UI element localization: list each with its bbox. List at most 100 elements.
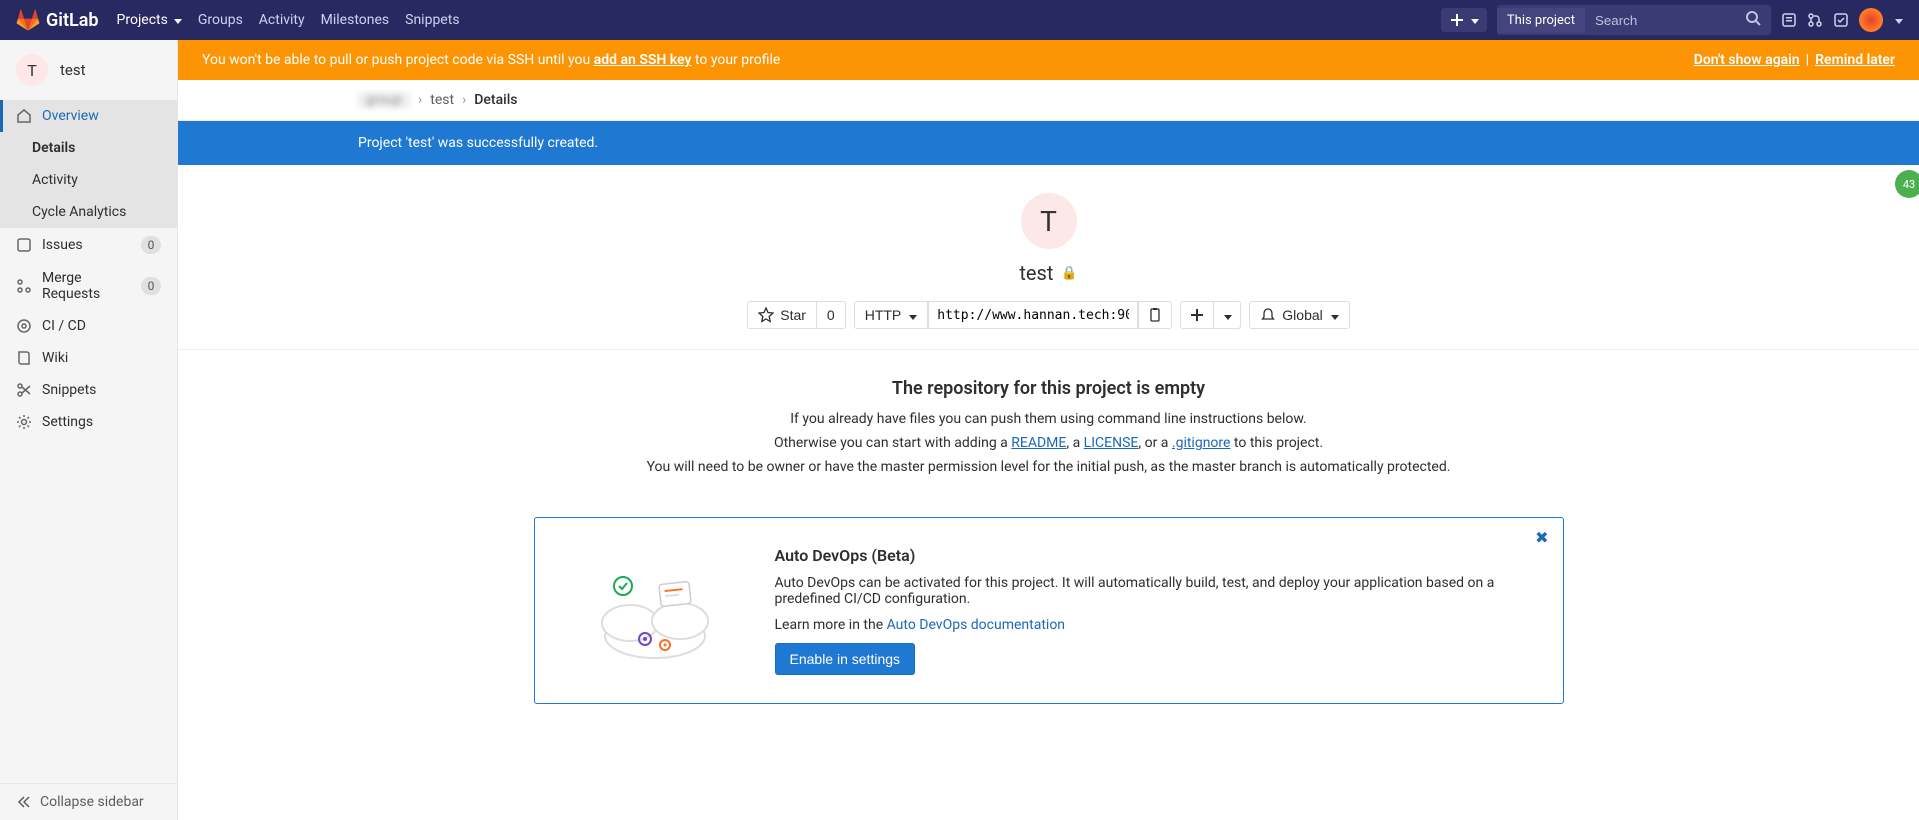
devops-title: Auto DevOps (Beta): [775, 546, 1523, 565]
lock-icon: 🔒: [1061, 266, 1077, 281]
add-license-link[interactable]: LICENSE: [1084, 435, 1139, 451]
star-count[interactable]: 0: [817, 301, 846, 329]
chevron-down-icon: [1469, 12, 1479, 28]
chevron-down-icon: [1222, 307, 1232, 323]
sidebar-item-merge-requests[interactable]: Merge Requests 0: [0, 262, 177, 310]
separator: |: [1806, 52, 1810, 68]
sidebar-sub-details[interactable]: Details: [0, 132, 177, 164]
sidebar-item-wiki[interactable]: Wiki: [0, 342, 177, 374]
empty-line1: If you already have files you can push t…: [218, 411, 1879, 427]
star-icon: [758, 307, 774, 323]
issues-icon: [1781, 12, 1797, 28]
mr-count-badge: 0: [141, 277, 161, 295]
sidebar-project-header[interactable]: T test: [0, 40, 177, 100]
nav-groups[interactable]: Groups: [198, 12, 243, 28]
tanuki-icon: [16, 8, 40, 32]
breadcrumb-current: Details: [474, 92, 517, 108]
search-input[interactable]: [1585, 8, 1735, 33]
sidebar-item-snippets[interactable]: Snippets: [0, 374, 177, 406]
sidebar-label: Wiki: [42, 350, 68, 366]
chevron-right-icon: ›: [462, 92, 466, 108]
enable-devops-button[interactable]: Enable in settings: [775, 643, 916, 675]
sidebar-label: Merge Requests: [42, 270, 131, 302]
issues-count-badge: 0: [141, 236, 161, 254]
chevron-down-icon: [907, 307, 917, 323]
add-readme-link[interactable]: README: [1011, 435, 1066, 451]
sidebar-item-overview[interactable]: Overview: [0, 100, 177, 132]
project-avatar: T: [16, 54, 48, 86]
bell-icon: [1260, 307, 1276, 323]
rocket-icon: [16, 318, 32, 334]
sidebar-label: Issues: [42, 237, 83, 253]
merge-icon: [1807, 12, 1823, 28]
auto-devops-card: ✖ Auto DevOps (Beta): [534, 517, 1564, 704]
remind-later-button[interactable]: Remind later: [1815, 52, 1895, 68]
empty-repo-section: The repository for this project is empty…: [178, 350, 1919, 501]
clipboard-icon: [1147, 307, 1163, 323]
sidebar-sub-cycle-analytics[interactable]: Cycle Analytics: [0, 196, 177, 228]
devops-body: Auto DevOps can be activated for this pr…: [775, 575, 1523, 607]
chevron-right-icon: ›: [418, 92, 422, 108]
todo-icon: [1833, 12, 1849, 28]
close-icon[interactable]: ✖: [1535, 528, 1548, 547]
user-menu[interactable]: [1859, 8, 1883, 32]
project-actions-row: Star 0 HTTP: [178, 301, 1919, 329]
merge-icon: [16, 278, 32, 294]
clone-url-input[interactable]: [928, 301, 1138, 329]
sidebar-sub-activity[interactable]: Activity: [0, 164, 177, 196]
nav-milestones[interactable]: Milestones: [321, 12, 390, 28]
sidebar-item-settings[interactable]: Settings: [0, 406, 177, 438]
search-scope[interactable]: This project: [1497, 8, 1585, 33]
project-sidebar: T test Overview Details Activity Cycle A…: [0, 40, 178, 820]
chevron-down-icon: [172, 12, 182, 28]
sidebar-label: Snippets: [42, 382, 96, 398]
top-navbar: GitLab Projects Groups Activity Mileston…: [0, 0, 1919, 40]
breadcrumb-group[interactable]: group: [358, 92, 410, 108]
project-name: test: [60, 61, 86, 79]
gitlab-logo[interactable]: GitLab: [16, 8, 99, 32]
add-dropdown-toggle[interactable]: [1214, 301, 1241, 329]
breadcrumb: group › test › Details: [178, 80, 1919, 121]
breadcrumb-project[interactable]: test: [430, 92, 454, 108]
chevron-down-icon: [1329, 307, 1339, 323]
copy-url-button[interactable]: [1138, 301, 1172, 329]
add-dropdown-button[interactable]: [1180, 301, 1214, 329]
chevron-double-left-icon: [16, 794, 32, 810]
nav-snippets[interactable]: Snippets: [405, 12, 459, 28]
issues-shortcut[interactable]: [1781, 12, 1797, 28]
sidebar-label: Settings: [42, 414, 93, 430]
sidebar-label: Overview: [42, 108, 99, 124]
merge-requests-shortcut[interactable]: [1807, 12, 1823, 28]
floating-badge[interactable]: 43: [1895, 170, 1919, 198]
nav-projects[interactable]: Projects: [117, 12, 182, 28]
sidebar-item-issues[interactable]: Issues 0: [0, 228, 177, 262]
notification-dropdown[interactable]: Global: [1249, 301, 1349, 329]
plus-icon: [1449, 12, 1465, 28]
devops-doc-link[interactable]: Auto DevOps documentation: [887, 617, 1065, 633]
new-dropdown[interactable]: [1441, 8, 1487, 32]
primary-nav: Projects Groups Activity Milestones Snip…: [117, 12, 460, 28]
search-container: This project: [1497, 5, 1771, 35]
search-icon: [1745, 10, 1761, 26]
gear-icon: [16, 414, 32, 430]
collapse-sidebar[interactable]: Collapse sidebar: [0, 783, 177, 820]
collapse-label: Collapse sidebar: [40, 794, 144, 810]
add-gitignore-link[interactable]: .gitignore: [1172, 435, 1231, 451]
chevron-down-icon: [1893, 12, 1903, 28]
issues-icon: [16, 237, 32, 253]
topbar-right: This project: [1441, 5, 1903, 35]
clone-protocol-dropdown[interactable]: HTTP: [854, 301, 929, 329]
home-icon: [16, 108, 32, 124]
project-title: test 🔒: [1019, 261, 1077, 285]
star-button[interactable]: Star: [747, 301, 817, 329]
nav-activity[interactable]: Activity: [259, 12, 305, 28]
sidebar-item-cicd[interactable]: CI / CD: [0, 310, 177, 342]
add-ssh-key-link[interactable]: add an SSH key: [594, 52, 692, 68]
brand-text: GitLab: [46, 10, 99, 31]
todos-shortcut[interactable]: [1833, 12, 1849, 28]
search-button[interactable]: [1735, 5, 1771, 35]
book-icon: [16, 350, 32, 366]
empty-line3: You will need to be owner or have the ma…: [218, 459, 1879, 475]
main-content: You won't be able to pull or push projec…: [178, 40, 1919, 820]
dont-show-again-button[interactable]: Don't show again: [1694, 52, 1800, 68]
